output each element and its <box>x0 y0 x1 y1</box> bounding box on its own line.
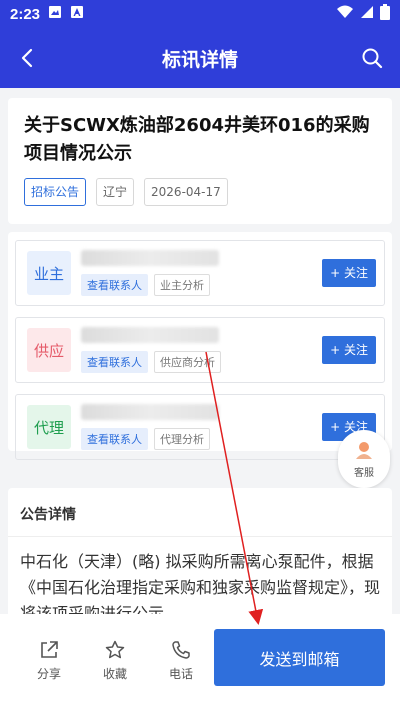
party-name-redacted <box>81 250 219 266</box>
page-title: 标讯详情 <box>161 48 238 71</box>
agent-analysis-button[interactable]: 代理分析 <box>154 428 210 450</box>
tag-region: 辽宁 <box>96 178 135 206</box>
status-bar: 2:23 <box>0 0 400 28</box>
party-name-redacted <box>81 327 219 343</box>
view-contacts-button[interactable]: 查看联系人 <box>81 428 148 450</box>
app-notification-icon <box>70 5 84 23</box>
view-contacts-button[interactable]: 查看联系人 <box>81 274 148 296</box>
notice-tags: 招标公告 辽宁 2026-04-17 <box>24 178 376 206</box>
gallery-notification-icon <box>48 5 62 23</box>
party-info: 查看联系人 供应商分析 <box>81 327 322 373</box>
favorite-label: 收藏 <box>102 667 127 681</box>
customer-service-icon <box>353 439 375 464</box>
send-to-email-button[interactable]: 发送到邮箱 <box>214 629 385 686</box>
phone-button[interactable]: 电话 <box>148 633 214 682</box>
agent-badge: 代理 <box>27 405 71 449</box>
status-time: 2:23 <box>10 5 41 23</box>
tag-category: 招标公告 <box>24 178 87 206</box>
party-agent: 代理 查看联系人 代理分析 + 关注 <box>15 394 385 460</box>
party-actions: 查看联系人 业主分析 <box>81 274 322 296</box>
owner-badge: 业主 <box>27 251 71 295</box>
notice-details-card: 公告详情 中石化（天津）(略) 拟采购所需离心泵配件，根据《中国石化治理指定采购… <box>8 488 392 623</box>
party-supplier: 供应 查看联系人 供应商分析 + 关注 <box>15 317 385 383</box>
parties-card: 业主 查看联系人 业主分析 + 关注 供应 查看联系人 供应商分析 + 关注 代… <box>8 232 392 460</box>
customer-service-label: 客服 <box>354 468 374 479</box>
phone-icon <box>172 641 190 659</box>
details-heading: 公告详情 <box>8 488 392 537</box>
star-icon <box>105 640 125 659</box>
share-label: 分享 <box>36 667 61 681</box>
share-icon <box>41 641 58 658</box>
back-arrow-icon[interactable] <box>16 46 40 70</box>
view-contacts-button[interactable]: 查看联系人 <box>81 351 148 373</box>
supplier-badge: 供应 <box>27 328 71 372</box>
follow-supplier-button[interactable]: + 关注 <box>322 336 376 364</box>
customer-service-button[interactable]: 客服 <box>338 430 390 488</box>
wifi-icon <box>336 5 354 23</box>
party-info: 查看联系人 代理分析 <box>81 404 322 450</box>
follow-owner-button[interactable]: + 关注 <box>322 259 376 287</box>
party-info: 查看联系人 业主分析 <box>81 250 322 296</box>
owner-analysis-button[interactable]: 业主分析 <box>154 274 210 296</box>
search-icon[interactable] <box>360 46 384 70</box>
party-actions: 查看联系人 供应商分析 <box>81 351 322 373</box>
bottom-action-bar: 分享 收藏 电话 发送到邮箱 <box>0 614 400 711</box>
share-button[interactable]: 分享 <box>16 633 82 682</box>
supplier-analysis-button[interactable]: 供应商分析 <box>154 351 221 373</box>
notice-header-card: 关于SCWX炼油部2604井美环016的采购项目情况公示 招标公告 辽宁 202… <box>8 98 392 224</box>
party-name-redacted <box>81 404 219 420</box>
party-actions: 查看联系人 代理分析 <box>81 428 322 450</box>
party-owner: 业主 查看联系人 业主分析 + 关注 <box>15 240 385 306</box>
favorite-button[interactable]: 收藏 <box>82 633 148 682</box>
tag-date: 2026-04-17 <box>144 178 228 206</box>
notice-title: 关于SCWX炼油部2604井美环016的采购项目情况公示 <box>24 115 370 164</box>
battery-icon <box>380 4 390 24</box>
app-bar: 标讯详情 <box>0 28 400 88</box>
signal-icon <box>360 5 374 23</box>
phone-label: 电话 <box>168 667 193 681</box>
